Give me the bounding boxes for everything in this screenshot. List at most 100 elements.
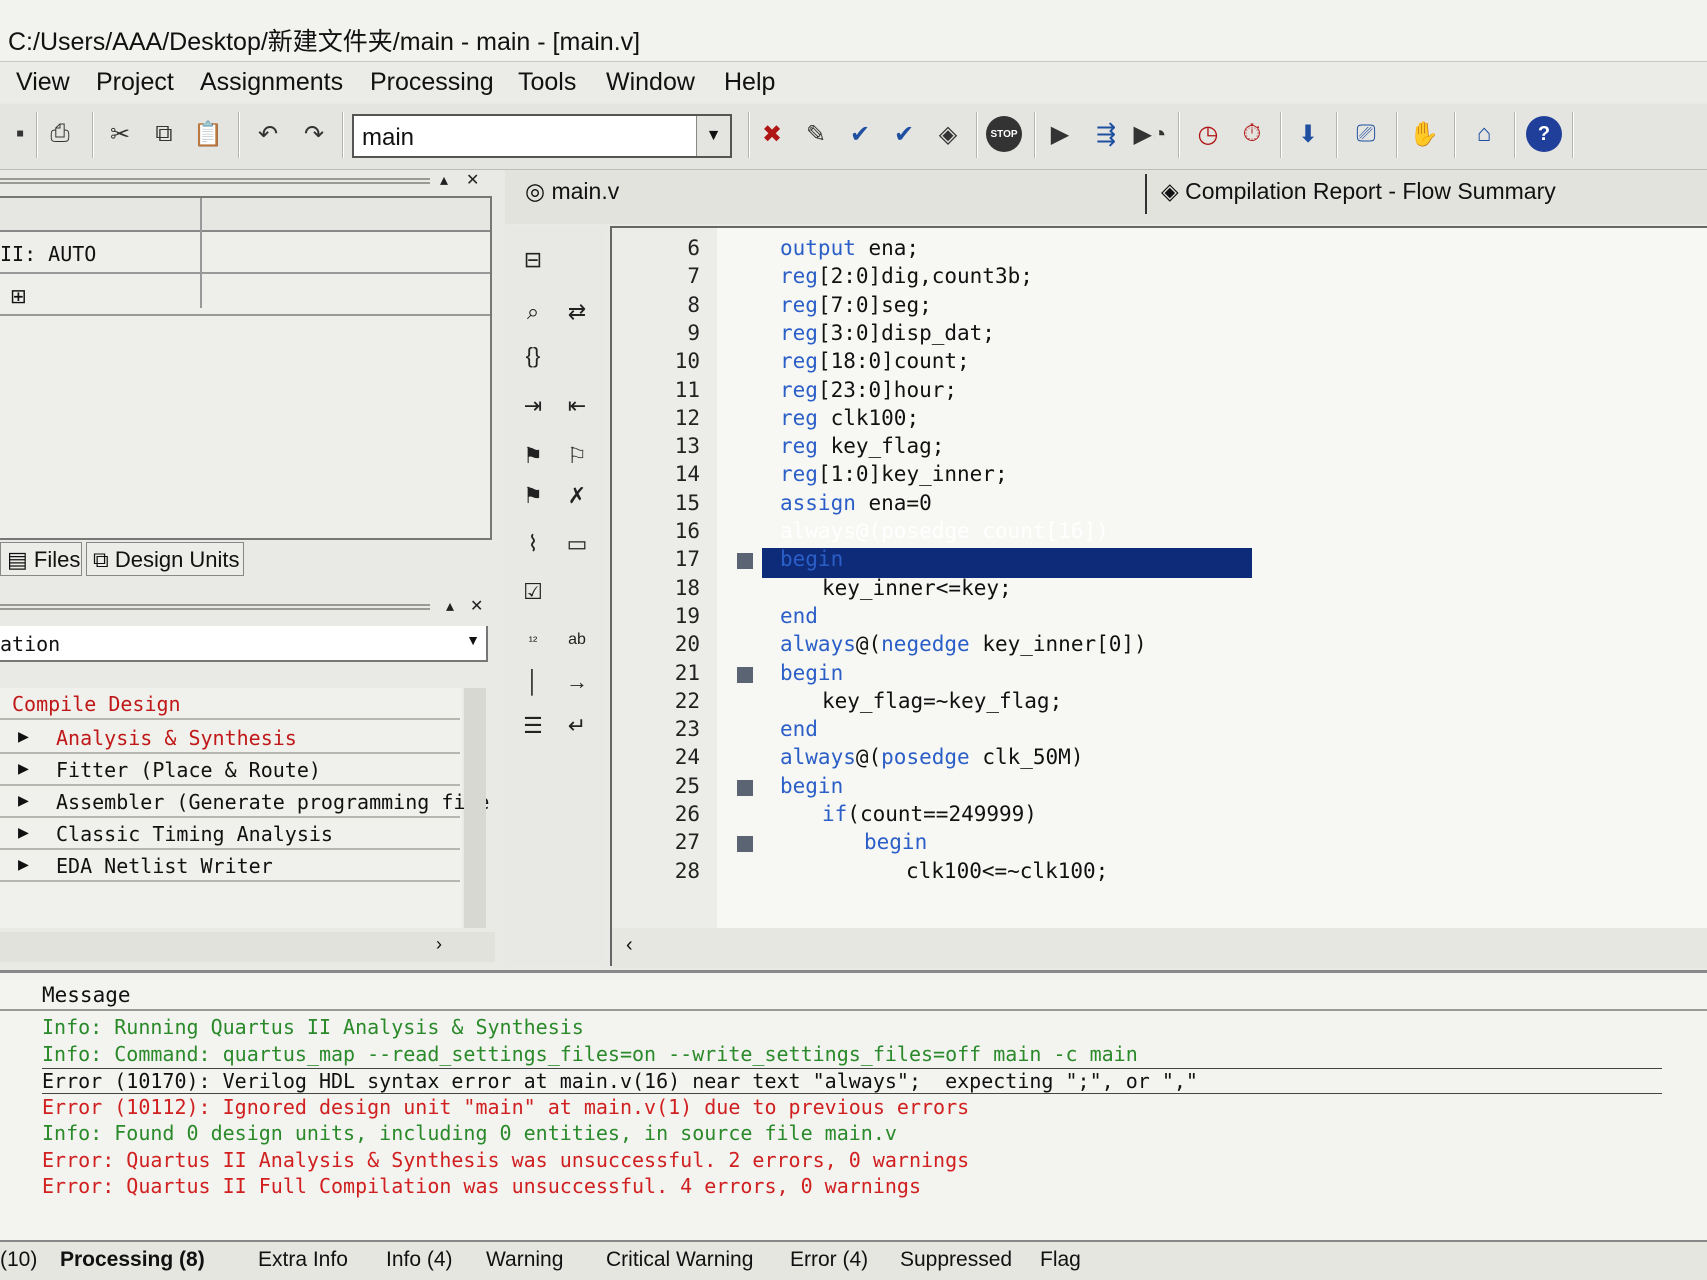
indent-icon[interactable]: ⇥ — [513, 386, 553, 426]
entity-select[interactable]: main ▼ — [352, 114, 732, 158]
info-message[interactable]: Info: Command: quartus_map --read_settin… — [42, 1042, 1138, 1066]
tab-compilation-report[interactable]: ◈ Compilation Report - Flow Summary — [1161, 178, 1556, 205]
chevron-down-icon[interactable]: ▼ — [466, 632, 480, 648]
play-icon[interactable]: ▶ — [18, 758, 29, 779]
error-message[interactable]: Error (10170): Verilog HDL syntax error … — [42, 1068, 1662, 1094]
tree-row[interactable]: ⊞ — [0, 276, 490, 316]
error-message[interactable]: Error (10112): Ignored design unit "main… — [42, 1095, 969, 1119]
menu-processing[interactable]: Processing — [370, 68, 494, 97]
task-compile-design[interactable]: Compile Design — [0, 688, 460, 720]
cut-icon[interactable]: ✂ — [100, 114, 140, 154]
bookmark-icon[interactable]: ⚑ — [513, 436, 553, 476]
chevron-right-icon[interactable]: › — [436, 934, 442, 955]
paste-icon[interactable]: 📋 — [188, 114, 228, 154]
collapse-icon[interactable]: ▴ — [446, 596, 454, 616]
tab-files[interactable]: ▤ Files — [0, 542, 82, 576]
fold-icon[interactable] — [737, 779, 753, 796]
task-horizontal-scrollbar[interactable]: › — [0, 932, 495, 962]
chip-planner-icon[interactable]: ✖ — [752, 114, 792, 154]
settings-icon[interactable]: ✔ — [840, 114, 880, 154]
brace-icon[interactable]: {} — [513, 336, 553, 376]
project-icon[interactable]: ⌂ — [1464, 114, 1504, 154]
unindent-icon[interactable]: ⇤ — [557, 386, 597, 426]
tab-main-v[interactable]: ◎ main.v — [525, 178, 619, 205]
pin-planner-icon[interactable]: ✎ — [796, 114, 836, 154]
start-timing-icon[interactable]: ▶◔ — [1130, 114, 1170, 154]
line-numbers-icon[interactable]: ¹² — [513, 620, 553, 660]
chevron-down-icon[interactable]: ▼ — [696, 116, 730, 156]
cursor-icon[interactable]: │ — [513, 662, 553, 702]
hand-icon[interactable]: ✋ — [1404, 114, 1444, 154]
menu-tools[interactable]: Tools — [518, 68, 576, 97]
replace-icon[interactable]: ⇄ — [557, 292, 597, 332]
assignment-editor-icon[interactable]: ✔ — [884, 114, 924, 154]
wrap-icon[interactable]: ↵ — [557, 706, 597, 746]
tab-error[interactable]: Error (4) — [790, 1248, 868, 1272]
tab-extra-info[interactable]: Extra Info — [258, 1248, 348, 1272]
error-message[interactable]: Error: Quartus II Analysis & Synthesis w… — [42, 1148, 969, 1172]
tab-warning[interactable]: Warning — [486, 1248, 563, 1272]
play-icon[interactable]: ▶ — [18, 822, 29, 843]
next-bookmark-icon[interactable]: ⚐ — [557, 436, 597, 476]
copy-icon[interactable]: ⧉ — [144, 114, 184, 154]
info-message[interactable]: Info: Running Quartus II Analysis & Synt… — [42, 1015, 584, 1039]
attach-icon[interactable]: ⌇ — [513, 524, 553, 564]
prev-bookmark-icon[interactable]: ⚑ — [513, 476, 553, 516]
tab-flag[interactable]: Flag — [1040, 1248, 1081, 1272]
start-analysis-icon[interactable]: ⇶ — [1086, 114, 1126, 154]
pane-grip[interactable] — [0, 178, 430, 184]
fold-icon[interactable] — [737, 666, 753, 683]
error-message[interactable]: Error: Quartus II Full Compilation was u… — [42, 1174, 921, 1198]
tab-processing[interactable]: Processing (8) — [60, 1248, 205, 1272]
task-eda-netlist[interactable]: ▶ EDA Netlist Writer — [0, 850, 460, 882]
stop-button[interactable]: STOP — [986, 116, 1022, 152]
redo-icon[interactable]: ↷ — [294, 114, 334, 154]
play-icon[interactable]: ▶ — [18, 790, 29, 811]
fold-icon[interactable] — [737, 553, 753, 570]
collapse-icon[interactable]: ▴ — [440, 170, 448, 190]
stopwatch-icon[interactable]: ⏱ — [1232, 114, 1272, 154]
print-icon[interactable]: ⎙ — [40, 114, 80, 154]
flow-select[interactable]: ation ▼ — [0, 626, 488, 662]
chevron-left-icon[interactable]: ‹ — [626, 934, 633, 957]
start-compilation-icon[interactable]: ▶ — [1040, 114, 1080, 154]
help-button[interactable]: ? — [1526, 116, 1562, 152]
timing-analyzer-icon[interactable]: ◷ — [1188, 114, 1228, 154]
pane-grip[interactable] — [0, 604, 430, 610]
task-fitter[interactable]: ▶ Fitter (Place & Route) — [0, 754, 460, 786]
menu-assignments[interactable]: Assignments — [200, 68, 343, 97]
menu-help[interactable]: Help — [724, 68, 775, 97]
tab-suppressed[interactable]: Suppressed — [900, 1248, 1012, 1272]
check-icon[interactable]: ☑ — [513, 572, 553, 612]
programmer-icon[interactable]: ⬇ — [1288, 114, 1328, 154]
template-icon[interactable]: ▭ — [557, 524, 597, 564]
code-editor[interactable]: 6 7 8 9 10 11 12 13 14 15 16 17 18 19 20 21 22 23 24 25 26 27… — [610, 226, 1707, 968]
arrow-right-icon[interactable]: → — [557, 662, 597, 702]
save-icon[interactable]: ▪ — [0, 114, 40, 154]
fold-icon[interactable] — [737, 836, 753, 853]
undo-icon[interactable]: ↶ — [248, 114, 288, 154]
list-icon[interactable]: ☰ — [513, 706, 553, 746]
task-scrollbar[interactable] — [464, 688, 486, 928]
clear-bookmark-icon[interactable]: ✗ — [557, 476, 597, 516]
open-file-icon[interactable]: ⊟ — [513, 240, 553, 280]
text-icon[interactable]: ab — [557, 620, 597, 660]
play-icon[interactable]: ▶ — [18, 726, 29, 747]
editor-horizontal-scrollbar[interactable]: ‹ — [612, 928, 1707, 968]
find-icon[interactable]: ⌕ — [513, 292, 553, 332]
menu-view[interactable]: View — [16, 68, 70, 97]
info-message[interactable]: Info: Found 0 design units, including 0 … — [42, 1121, 897, 1145]
task-analysis-synthesis[interactable]: ▶ Analysis & Synthesis — [0, 722, 460, 754]
tab-critical-warning[interactable]: Critical Warning — [606, 1248, 753, 1272]
report-icon[interactable]: ⎚ — [1346, 114, 1386, 154]
close-icon[interactable]: ✕ — [466, 170, 479, 190]
design-assistant-icon[interactable]: ◈ — [928, 114, 968, 154]
tab-design-units[interactable]: ⧉ Design Units — [86, 542, 244, 576]
close-icon[interactable]: ✕ — [470, 596, 483, 616]
task-assembler[interactable]: ▶ Assembler (Generate programming file — [0, 786, 489, 818]
tab-info[interactable]: Info (4) — [386, 1248, 453, 1272]
tree-row[interactable]: II: AUTO — [0, 234, 490, 274]
task-timing-analysis[interactable]: ▶ Classic Timing Analysis — [0, 818, 460, 850]
tab-all[interactable]: (10) — [0, 1248, 37, 1272]
play-icon[interactable]: ▶ — [18, 854, 29, 875]
